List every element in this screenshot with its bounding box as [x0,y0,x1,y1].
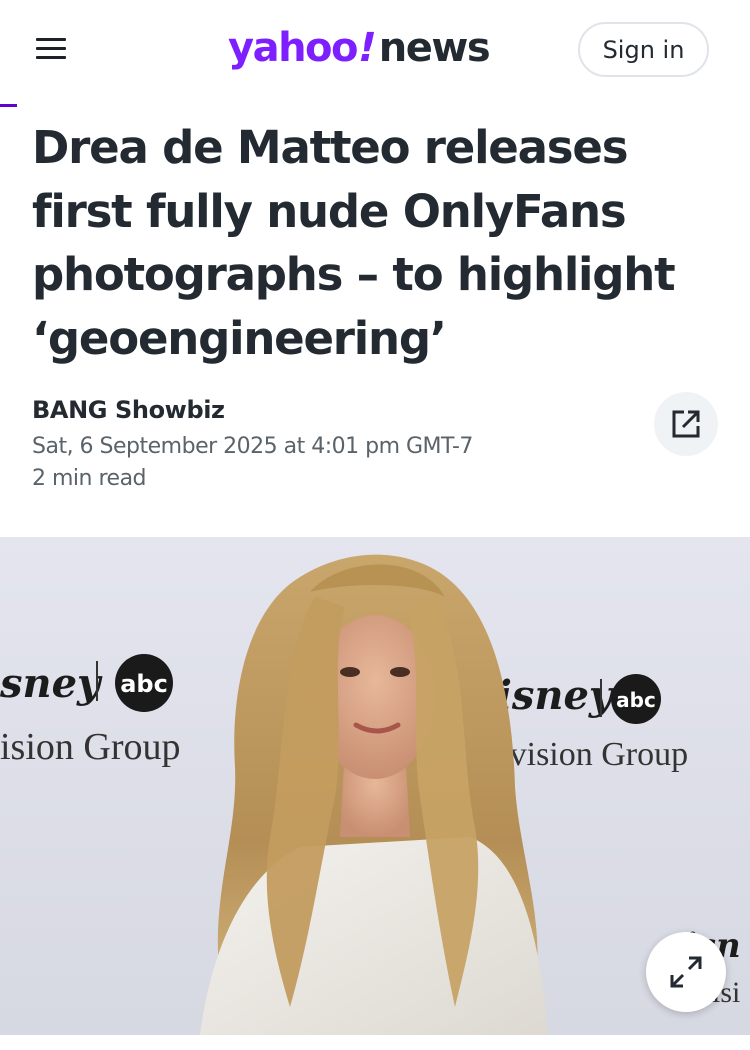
backdrop-left-logo-text: sney [0,660,103,707]
share-button[interactable] [654,392,718,456]
article-date: Sat, 6 September 2025 at 4:01 pm GMT-7 [32,434,473,459]
backdrop-left-caption: ision Group [0,726,181,768]
hamburger-menu-icon[interactable] [34,34,70,66]
article-read-time: 2 min read [32,466,147,491]
article-photo[interactable]: sney abc ision Group Disney abc elevisio… [0,537,750,1035]
yahoo-news-logo[interactable]: yahoo!news [228,20,491,76]
reading-progress-bar [0,104,750,107]
article-author[interactable]: BANG Showbiz [32,396,225,424]
expand-arrows-icon [670,956,702,988]
backdrop-left-badge-text: abc [120,670,168,698]
article-headline: Drea de Matteo releases first fully nude… [32,121,676,365]
page-bottom [0,1035,750,1050]
sign-in-button[interactable]: Sign in [578,22,709,77]
expand-image-button[interactable] [646,932,726,1012]
external-share-icon [672,410,700,438]
backdrop-right-badge-text: abc [616,688,656,712]
site-header: yahoo!news Sign in [0,0,750,104]
logo-section: news [378,25,491,71]
logo-brand: yahoo [228,25,359,71]
reading-progress-fill [0,104,18,107]
